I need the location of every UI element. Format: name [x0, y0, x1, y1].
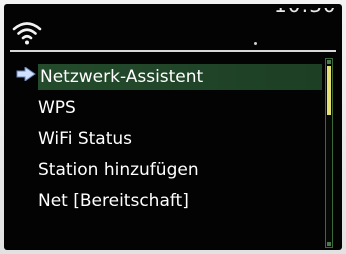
scrollbar-bottom-cap	[327, 242, 331, 246]
scrollbar-top-cap	[327, 60, 331, 64]
clock-text: 10:30	[274, 8, 337, 22]
lcd-screen: 10:30 Netzwerk-Assistent WPS WiFi Status…	[4, 4, 342, 250]
scrollbar[interactable]	[325, 58, 333, 248]
arrow-right-icon	[16, 67, 36, 81]
menu-item-wps[interactable]: WPS	[38, 95, 76, 121]
device-bezel: 10:30 Netzwerk-Assistent WPS WiFi Status…	[0, 0, 346, 254]
clock: 10:30	[274, 8, 337, 22]
menu-item-label: Netzwerk-Assistent	[40, 67, 204, 87]
menu-item-wifi-status[interactable]: WiFi Status	[38, 126, 132, 152]
menu-item-label: WPS	[38, 98, 76, 118]
menu-item-netzwerk-assistent[interactable]: Netzwerk-Assistent	[38, 64, 322, 90]
menu-item-label: Station hinzufügen	[38, 160, 199, 180]
menu-item-label: WiFi Status	[38, 129, 132, 149]
status-divider	[10, 50, 336, 52]
scrollbar-thumb[interactable]	[327, 66, 331, 115]
menu-item-net-bereitschaft[interactable]: Net [Bereitschaft]	[38, 188, 189, 214]
menu-item-label: Net [Bereitschaft]	[38, 191, 189, 211]
wifi-signal-icon	[12, 22, 42, 45]
status-bar: 10:30	[4, 4, 342, 52]
status-indicator-dot	[254, 42, 257, 45]
menu-item-station-hinzufuegen[interactable]: Station hinzufügen	[38, 157, 199, 183]
